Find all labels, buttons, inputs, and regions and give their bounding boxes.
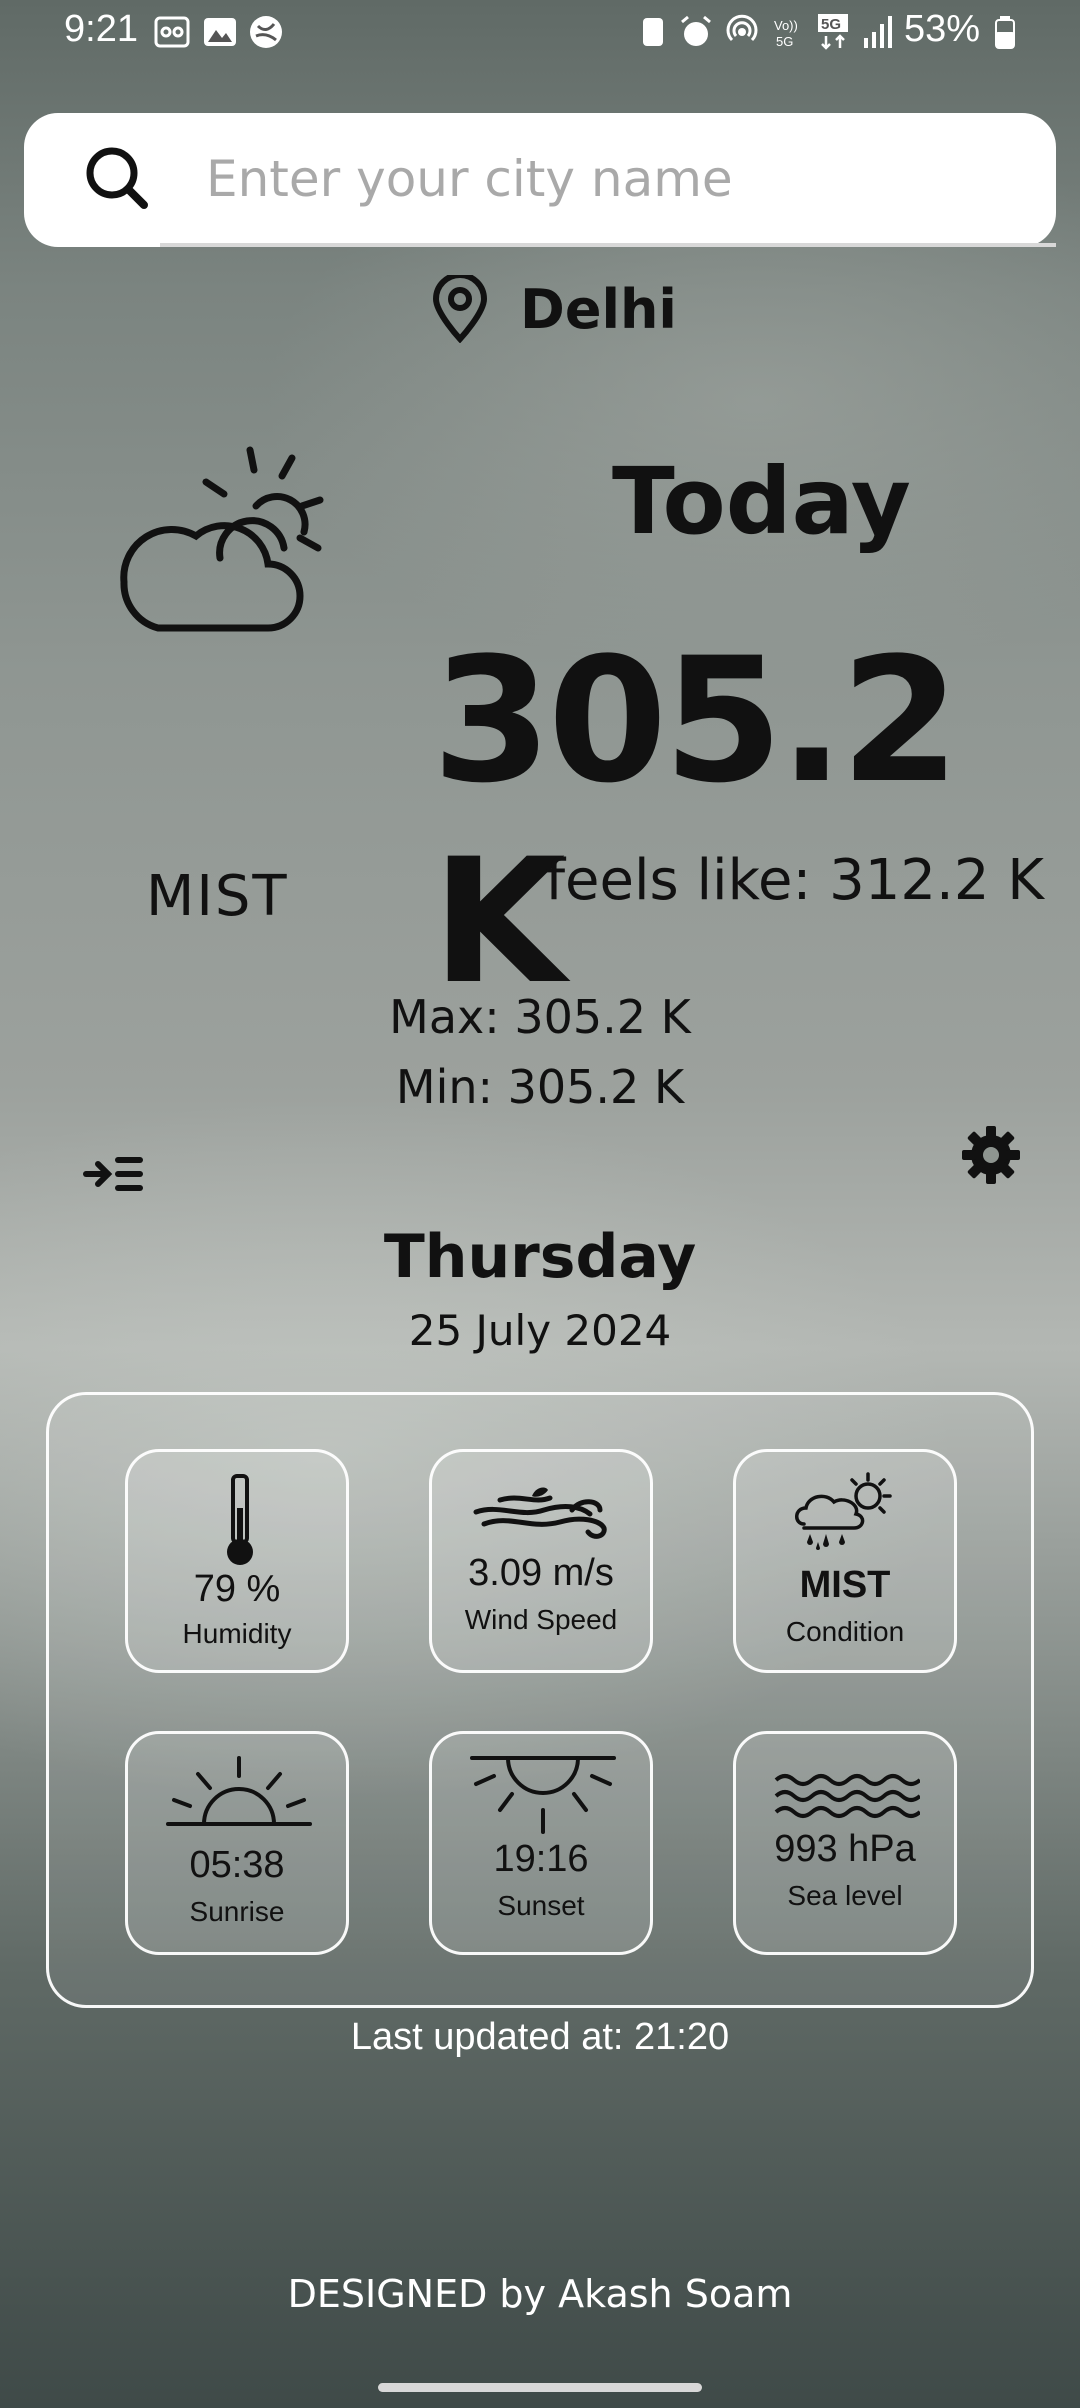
battery-percent: 53% <box>904 8 981 50</box>
volte-icon: Vo)) 5G <box>774 18 798 49</box>
wind-icon <box>473 1487 607 1539</box>
city-label: Delhi <box>520 278 677 341</box>
signal-icon <box>864 16 892 48</box>
search-bar[interactable] <box>24 113 1056 247</box>
temperature-value: 305.2 K <box>432 620 960 1022</box>
settings-gear-icon[interactable] <box>960 1124 1022 1186</box>
battery-icon <box>995 16 1015 49</box>
cloud-rain-sun-icon <box>795 1472 892 1550</box>
svg-text:5G: 5G <box>821 16 841 33</box>
home-indicator[interactable] <box>378 2383 702 2392</box>
status-time: 9:21 <box>64 8 138 50</box>
network-5g-icon: 5G <box>818 14 848 50</box>
max-temp: Max: 305.2 K <box>389 990 691 1044</box>
waves-icon <box>774 1774 920 1818</box>
sunrise-value: 05:38 <box>189 1844 285 1886</box>
condition-text: MIST <box>146 864 289 929</box>
alarm-icon <box>681 15 711 46</box>
browser-icon <box>250 16 282 48</box>
menu-expand-icon[interactable] <box>82 1152 144 1196</box>
search-icon[interactable] <box>82 143 152 213</box>
gallery-icon <box>204 18 236 46</box>
humidity-label: Humidity <box>182 1618 292 1649</box>
feels-like: feels like: 312.2 K <box>545 848 1044 913</box>
sea-level-value: 993 hPa <box>774 1828 916 1870</box>
condition-value: MIST <box>799 1564 891 1606</box>
wind-label: Wind Speed <box>464 1604 618 1635</box>
location-pin-icon <box>432 275 488 343</box>
today-heading: Today <box>612 448 911 555</box>
thermometer-icon <box>227 1474 253 1565</box>
humidity-card: 79 % Humidity <box>125 1449 349 1673</box>
sunset-card: 19:16 Sunset <box>429 1731 653 1955</box>
details-panel: 79 % Humidity 3.09 m/s Wind Speed MIST C… <box>46 1392 1034 2008</box>
footer-credit: DESIGNED by Akash Soam <box>287 2272 793 2316</box>
humidity-value: 79 % <box>193 1568 281 1610</box>
status-bar: 9:21 Vo)) 5G 5G 53% <box>0 0 1080 64</box>
last-updated: Last updated at: 21:20 <box>350 2016 730 2058</box>
hotspot-icon <box>726 14 758 42</box>
sunrise-icon <box>166 1756 312 1826</box>
wind-value: 3.09 m/s <box>468 1552 614 1594</box>
condition-label: Condition <box>785 1616 905 1647</box>
search-underline <box>160 243 1056 247</box>
weekday-label: Thursday <box>383 1222 697 1292</box>
sea-level-label: Sea level <box>787 1880 903 1911</box>
sea-level-card: 993 hPa Sea level <box>733 1731 957 1955</box>
sunrise-label: Sunrise <box>189 1896 285 1927</box>
sunset-label: Sunset <box>497 1890 585 1921</box>
min-temp: Min: 305.2 K <box>395 1060 685 1114</box>
condition-card: MIST Condition <box>733 1449 957 1673</box>
voicemail-icon <box>154 16 190 48</box>
wind-card: 3.09 m/s Wind Speed <box>429 1449 653 1673</box>
tasks-icon <box>643 18 663 46</box>
svg-text:Vo)): Vo)) <box>774 18 798 33</box>
date-label: 25 July 2024 <box>408 1306 672 1355</box>
sunrise-card: 05:38 Sunrise <box>125 1731 349 1955</box>
sunset-icon <box>470 1756 616 1834</box>
svg-text:5G: 5G <box>776 34 793 49</box>
sunset-value: 19:16 <box>493 1838 589 1880</box>
cloud-sun-icon <box>120 446 324 632</box>
search-input[interactable] <box>204 143 1008 215</box>
